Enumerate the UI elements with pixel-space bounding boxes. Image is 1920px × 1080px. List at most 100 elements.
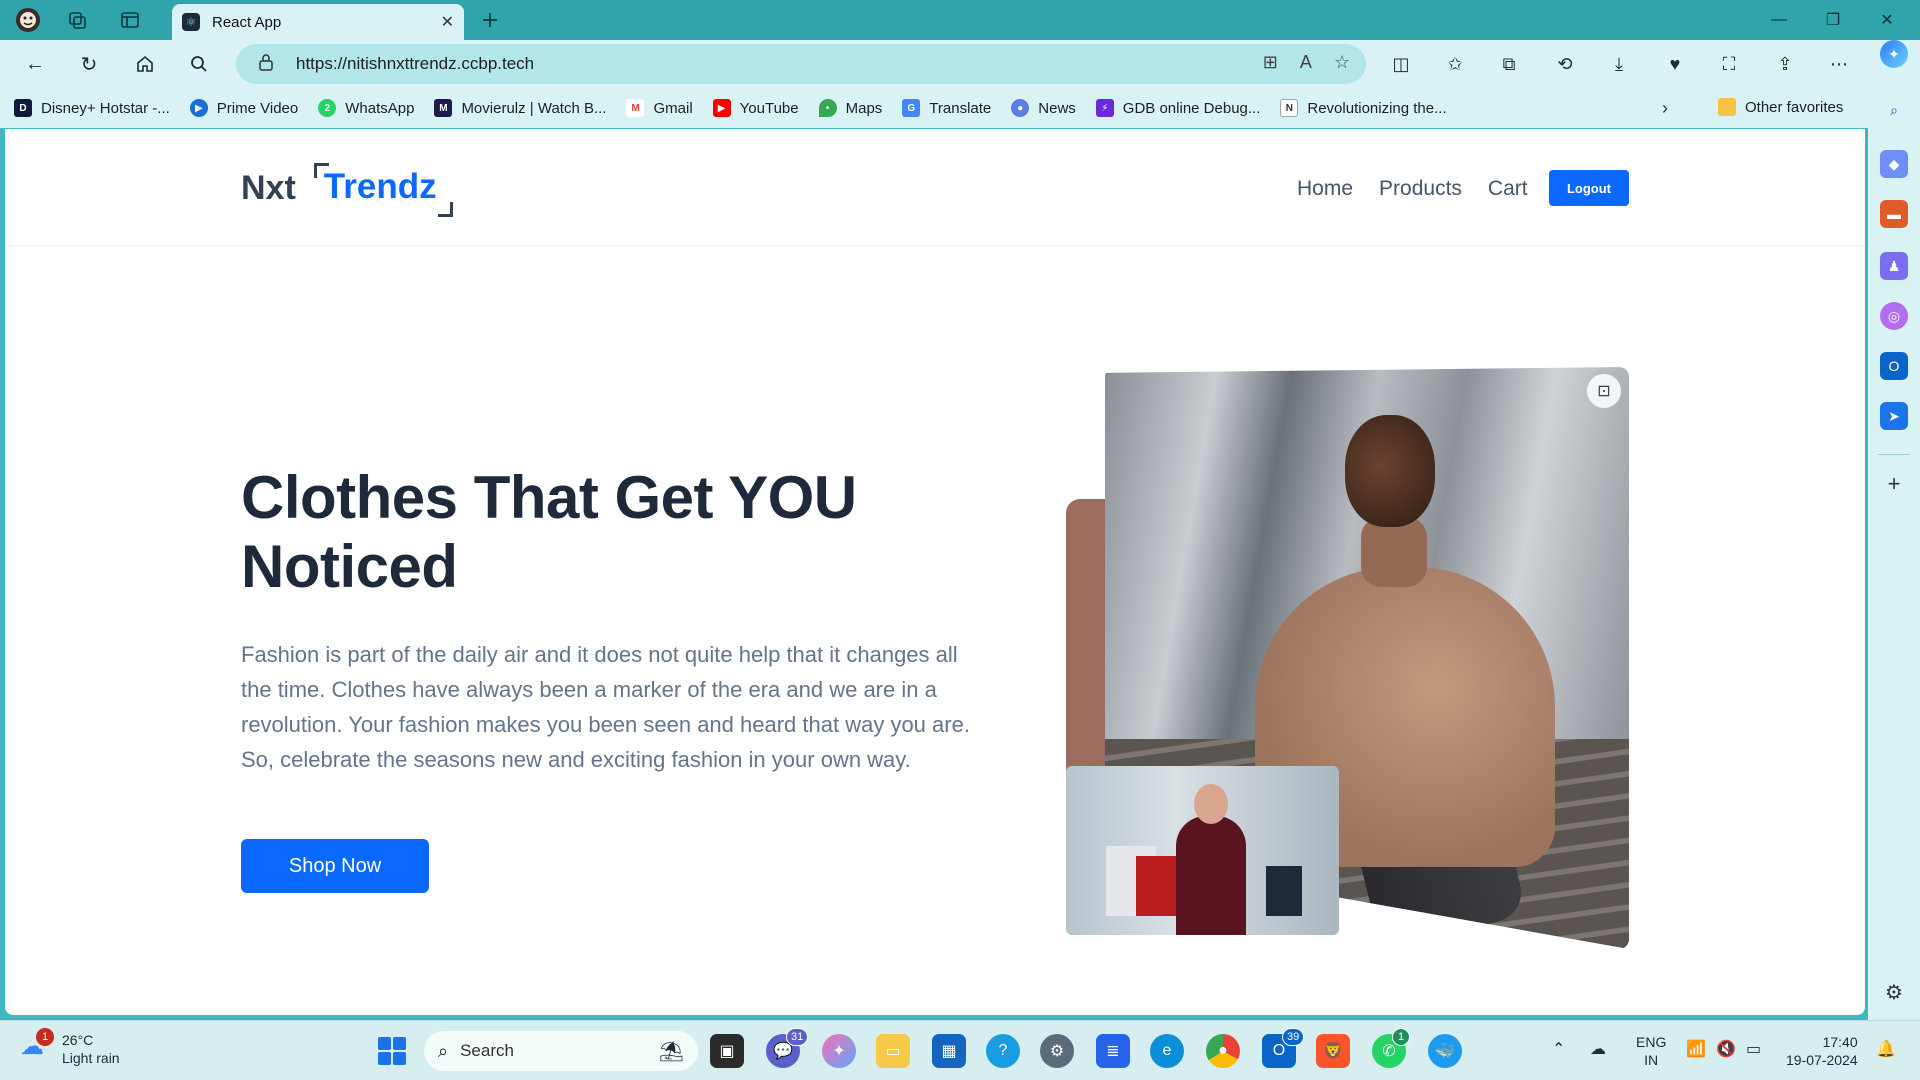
downloads-icon[interactable]: ⤓ xyxy=(1604,50,1634,78)
more-options-icon[interactable]: ⋯ xyxy=(1824,50,1854,78)
clock-time: 17:40 xyxy=(1822,1034,1858,1050)
new-tab-icon[interactable] xyxy=(476,6,504,34)
favorite-item[interactable]: 2 WhatsApp xyxy=(318,99,414,117)
wifi-icon[interactable]: 📶 xyxy=(1686,1039,1706,1059)
back-arrow-icon[interactable]: ← xyxy=(18,48,52,80)
nav-link-cart[interactable]: Cart xyxy=(1488,177,1528,201)
favorite-item[interactable]: • Maps xyxy=(818,99,882,117)
favorite-star-icon[interactable]: ☆ xyxy=(1334,52,1350,73)
tools-icon[interactable]: ▬ xyxy=(1880,200,1908,228)
nav-link-home[interactable]: Home xyxy=(1297,177,1353,201)
visual-search-icon[interactable]: ⊡ xyxy=(1587,374,1621,408)
tab-actions-icon[interactable] xyxy=(116,6,144,34)
app-available-icon[interactable]: ⊞ xyxy=(1263,52,1278,73)
weather-description: Light rain xyxy=(62,1050,120,1066)
rain-cloud-icon: ☁ 1 xyxy=(20,1028,54,1066)
language-indicator[interactable]: ENG IN xyxy=(1636,1033,1666,1069)
clock[interactable]: 17:40 19-07-2024 xyxy=(1786,1033,1858,1069)
microsoft-365-icon[interactable]: ◎ xyxy=(1880,302,1908,330)
whatsapp-taskbar-icon[interactable]: ✆ 1 xyxy=(1372,1028,1410,1068)
edge-browser-icon[interactable]: e xyxy=(1150,1034,1184,1068)
taskbar-search[interactable]: ⌕ Search ⛱ xyxy=(424,1031,698,1071)
add-sidebar-app-icon[interactable]: + xyxy=(1880,470,1908,498)
weather-temperature: 26°C xyxy=(62,1032,94,1048)
favorite-item[interactable]: ⚡ GDB online Debug... xyxy=(1095,99,1260,117)
sidebar-settings-gear-icon[interactable]: ⚙ xyxy=(1880,978,1908,1006)
outlook-icon[interactable]: O xyxy=(1880,352,1908,380)
nav-link-products[interactable]: Products xyxy=(1379,177,1462,201)
taskbar-search-placeholder: Search xyxy=(460,1041,514,1060)
show-hidden-icons-chevron-up-icon[interactable]: ⌃ xyxy=(1552,1039,1565,1059)
screenshot-icon[interactable]: ⛶ xyxy=(1714,50,1744,78)
teams-chat-icon[interactable]: 💬 31 xyxy=(766,1028,809,1068)
settings-gear-icon[interactable]: ⚙ xyxy=(1040,1034,1074,1068)
copilot-icon[interactable]: ✦ xyxy=(1880,40,1908,68)
gdb-icon: ⚡ xyxy=(1095,99,1114,117)
chevron-right-icon[interactable]: › xyxy=(1662,98,1668,119)
shopping-woman-image xyxy=(1066,766,1339,935)
sidebar-search-icon[interactable]: ⌕ xyxy=(1880,96,1908,124)
favorites-icon[interactable]: ✩ xyxy=(1440,50,1470,78)
split-screen-icon[interactable]: ◫ xyxy=(1386,50,1416,78)
outlook-badge: 39 xyxy=(1282,1028,1305,1046)
copilot-taskbar-icon[interactable]: ✦ xyxy=(822,1034,856,1068)
speaker-muted-icon[interactable]: 🔇 xyxy=(1716,1039,1736,1059)
prime-video-icon: ▶ xyxy=(189,99,208,117)
docker-icon[interactable]: 🐳 xyxy=(1428,1034,1462,1068)
task-view-icon[interactable]: ▣ xyxy=(710,1034,744,1068)
news-icon: ● xyxy=(1011,99,1030,117)
favorite-item[interactable]: N Revolutionizing the... xyxy=(1280,99,1447,117)
favorite-item[interactable]: ▶ Prime Video xyxy=(189,99,298,117)
restore-window-icon[interactable]: ❐ xyxy=(1806,4,1860,36)
read-aloud-icon[interactable]: A xyxy=(1300,52,1312,73)
file-explorer-icon[interactable]: ▭ xyxy=(876,1034,910,1068)
favorite-item[interactable]: ● News xyxy=(1011,99,1076,117)
shopping-tag-icon[interactable]: ◆ xyxy=(1880,150,1908,178)
lock-icon[interactable] xyxy=(258,53,278,75)
search-highlight-icon: ⛱ xyxy=(658,1041,684,1063)
profile-avatar-icon[interactable] xyxy=(14,6,42,34)
favorite-item[interactable]: M Movierulz | Watch B... xyxy=(434,99,606,117)
url-text[interactable]: https://nitishnxttrendz.ccbp.tech xyxy=(296,54,534,74)
home-icon[interactable] xyxy=(128,48,162,80)
favorite-item[interactable]: D Disney+ Hotstar -... xyxy=(14,99,170,117)
favorite-item[interactable]: ▶ YouTube xyxy=(712,99,799,117)
favorite-item[interactable]: G Translate xyxy=(902,99,991,117)
weather-widget[interactable]: ☁ 1 26°C Light rain xyxy=(20,1028,120,1067)
drop-icon[interactable]: ➤ xyxy=(1880,402,1908,430)
collections-icon[interactable]: ⧉ xyxy=(1494,50,1524,78)
history-icon[interactable]: ⟲ xyxy=(1550,50,1580,78)
browser-toolbar: ← ↻ https://nitishnxttrendz.ccbp.tech ⊞ … xyxy=(0,40,1868,88)
logout-button[interactable]: Logout xyxy=(1549,170,1629,206)
translate-icon: G xyxy=(902,99,921,117)
share-icon[interactable]: ⇪ xyxy=(1770,50,1800,78)
get-help-icon[interactable]: ? xyxy=(986,1034,1020,1068)
browser-essentials-icon[interactable]: ♥ xyxy=(1660,50,1690,78)
brave-icon[interactable]: 🦁 xyxy=(1316,1034,1350,1068)
browser-tab-active[interactable]: ⚛ React App ✕ xyxy=(172,4,464,40)
favorite-item[interactable]: M Gmail xyxy=(626,99,693,117)
close-tab-icon[interactable]: ✕ xyxy=(441,12,454,32)
search-icon[interactable] xyxy=(182,48,216,80)
battery-icon[interactable]: ▭ xyxy=(1746,1039,1761,1059)
nxt-trendz-logo[interactable]: Nxt Trendz xyxy=(241,163,453,217)
refresh-icon[interactable]: ↻ xyxy=(72,48,106,80)
shop-now-button[interactable]: Shop Now xyxy=(241,839,429,893)
chrome-icon[interactable]: ● xyxy=(1206,1034,1240,1068)
close-window-icon[interactable]: ✕ xyxy=(1860,4,1914,36)
site-navbar: Nxt Trendz Home Products Cart Logout xyxy=(5,129,1865,246)
windows-start-icon[interactable] xyxy=(378,1037,406,1065)
address-bar[interactable]: https://nitishnxttrendz.ccbp.tech ⊞ A ☆ xyxy=(236,44,1366,84)
notepad-icon[interactable]: ≣ xyxy=(1096,1034,1130,1068)
minimize-window-icon[interactable]: — xyxy=(1752,4,1806,36)
microsoft-store-icon[interactable]: ▦ xyxy=(932,1034,966,1068)
notification-bell-icon[interactable]: 🔔 xyxy=(1876,1039,1896,1059)
logo-prefix: Nxt xyxy=(241,168,296,207)
onedrive-sync-icon[interactable]: ☁ xyxy=(1590,1039,1606,1059)
games-icon[interactable]: ♟ xyxy=(1880,252,1908,280)
workspaces-icon[interactable] xyxy=(63,6,91,34)
other-favorites-folder[interactable]: Other favorites xyxy=(1718,98,1843,116)
folder-icon xyxy=(1718,98,1736,116)
outlook-taskbar-icon[interactable]: O 39 xyxy=(1262,1028,1305,1068)
hero-title: Clothes That Get YOU Noticed xyxy=(241,464,857,600)
